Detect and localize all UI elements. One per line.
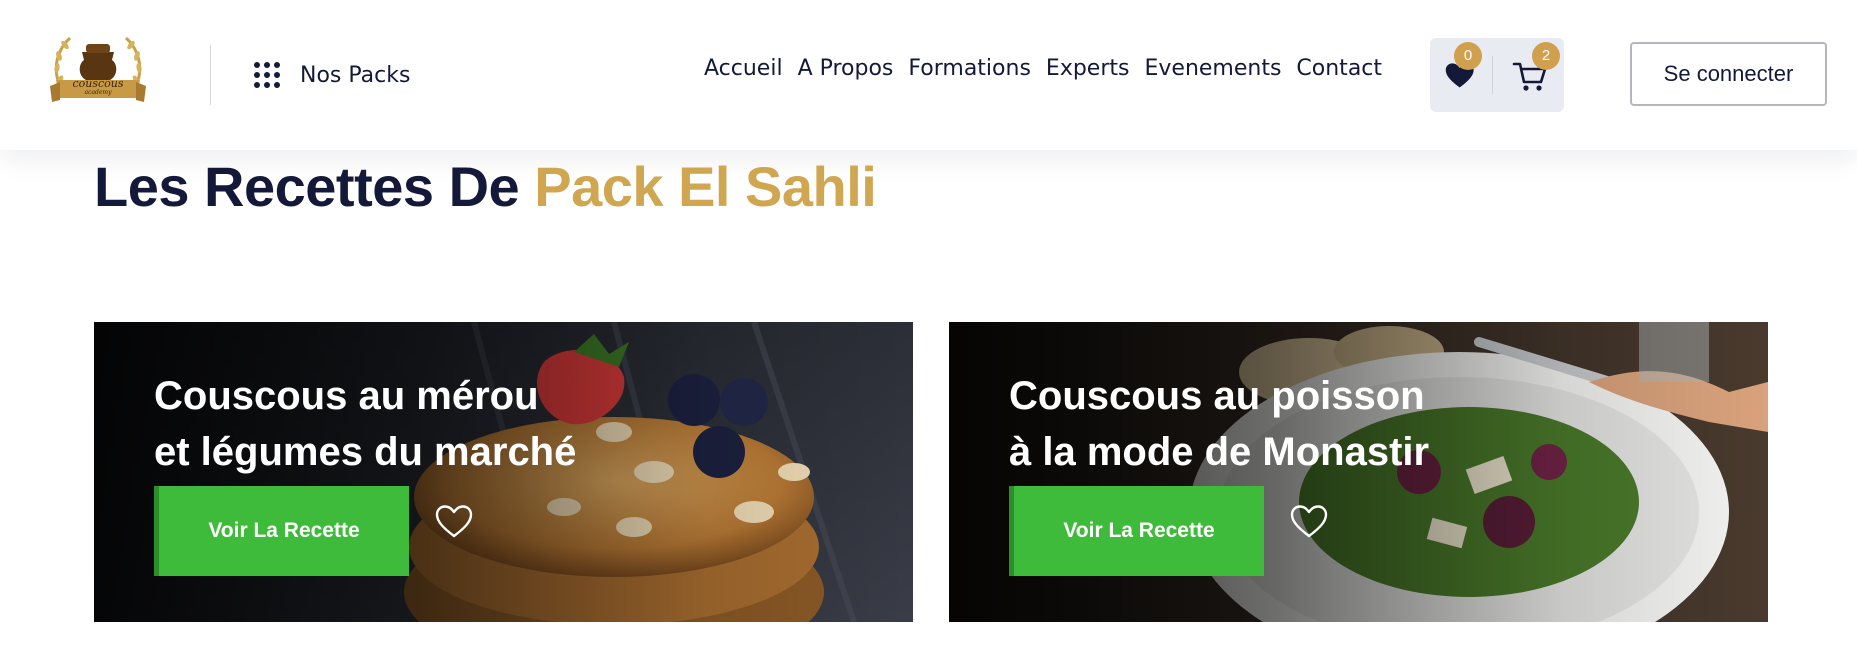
recipe-card: Couscous au mérou et légumes du marché V… <box>94 322 913 622</box>
cart-button[interactable]: 2 <box>1510 42 1560 96</box>
wishlist-count-badge: 0 <box>1454 42 1482 70</box>
recipe-title-line: Couscous au poisson <box>1009 374 1425 418</box>
wishlist-button[interactable]: 0 <box>1440 42 1482 96</box>
logo-wordmark: couscous <box>72 77 124 90</box>
login-button[interactable]: Se connecter <box>1630 42 1827 106</box>
page-title: Les Recettes De Pack El Sahli <box>94 152 877 222</box>
heart-outline-icon <box>1290 505 1328 538</box>
view-recipe-button[interactable]: Voir La Recette <box>1009 486 1264 576</box>
page-title-prefix: Les Recettes De <box>94 155 520 218</box>
recipe-card: Couscous au poisson à la mode de Monasti… <box>949 322 1768 622</box>
view-recipe-button[interactable]: Voir La Recette <box>154 486 409 576</box>
laurel-logo-icon <box>50 36 146 102</box>
nav-link-formations[interactable]: Formations <box>908 56 1031 81</box>
recipe-title: Couscous au mérou et légumes du marché <box>154 368 874 480</box>
favorite-button[interactable] <box>434 502 474 540</box>
main-navigation: Accueil A Propos Formations Experts Even… <box>704 56 1382 81</box>
logo-subtitle: academy <box>84 89 112 96</box>
packs-menu-label: Nos Packs <box>300 62 411 88</box>
header-actions: 0 2 <box>1430 38 1564 112</box>
site-header: couscous academy Nos Packs Accueil A Pro… <box>0 0 1857 150</box>
couscous-academy-logo[interactable]: couscous academy <box>46 30 150 112</box>
heart-outline-icon <box>435 505 473 538</box>
recipe-title-line: Couscous au mérou <box>154 374 539 418</box>
nav-link-experts[interactable]: Experts <box>1046 56 1130 81</box>
packs-menu-button[interactable]: Nos Packs <box>254 58 410 92</box>
nav-link-evenements[interactable]: Evenements <box>1144 56 1281 81</box>
nav-link-a-propos[interactable]: A Propos <box>798 56 894 81</box>
page-title-pack-name: Pack El Sahli <box>534 155 877 218</box>
nav-link-accueil[interactable]: Accueil <box>704 56 783 81</box>
nav-link-contact[interactable]: Contact <box>1296 56 1382 81</box>
favorite-button[interactable] <box>1289 502 1329 540</box>
recipe-title: Couscous au poisson à la mode de Monasti… <box>1009 368 1729 480</box>
recipe-title-line: et légumes du marché <box>154 430 577 474</box>
recipe-title-line: à la mode de Monastir <box>1009 430 1430 474</box>
icon-separator <box>1492 56 1493 94</box>
grid-menu-icon <box>254 62 280 88</box>
cart-count-badge: 2 <box>1532 42 1560 70</box>
header-divider <box>210 45 211 105</box>
